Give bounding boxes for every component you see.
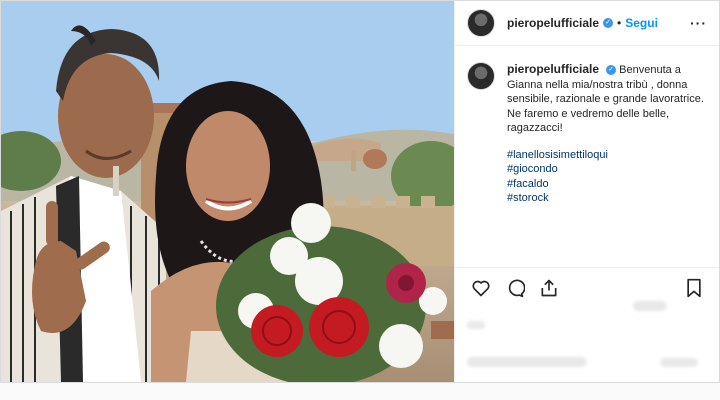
hashtag-link[interactable]: #giocondo — [507, 162, 707, 177]
caption-text-block: pieropelufficiale ✓ Benvenuta a Gianna n… — [507, 62, 707, 206]
verified-badge-icon: ✓ — [606, 65, 617, 76]
instagram-post: pieropelufficiale ✓ • Segui ··· pieropel… — [0, 0, 720, 383]
blurred-likes — [633, 301, 667, 311]
follow-button[interactable]: Segui — [625, 16, 658, 30]
username-link[interactable]: pieropelufficiale — [507, 16, 599, 30]
avatar[interactable] — [467, 9, 495, 37]
post-photo[interactable] — [1, 1, 454, 382]
post-side-panel: pieropelufficiale ✓ • Segui ··· pieropel… — [454, 1, 719, 382]
wedding-photo — [1, 1, 454, 382]
caption-section: pieropelufficiale ✓ Benvenuta a Gianna n… — [455, 46, 719, 267]
hashtag-link[interactable]: #lanellosisimettiloqui — [507, 148, 707, 163]
more-options-icon[interactable]: ··· — [690, 15, 707, 31]
comment-icon[interactable] — [505, 278, 525, 298]
action-bar — [455, 267, 719, 308]
blurred-comment-field — [467, 357, 587, 367]
share-icon[interactable] — [539, 278, 559, 298]
separator-dot: • — [617, 16, 622, 30]
heart-icon[interactable] — [471, 278, 491, 298]
hashtag-link[interactable]: #storock — [507, 191, 707, 206]
caption-username-link[interactable]: pieropelufficiale — [507, 62, 599, 76]
verified-badge-icon: ✓ — [603, 18, 614, 28]
hashtag-list: #lanellosisimettiloqui #giocondo #facald… — [507, 148, 707, 206]
post-header: pieropelufficiale ✓ • Segui ··· — [455, 1, 719, 46]
bookmark-icon[interactable] — [685, 278, 703, 298]
hashtag-link[interactable]: #facaldo — [507, 177, 707, 192]
blurred-timestamp — [467, 321, 485, 329]
caption-avatar[interactable] — [467, 62, 495, 90]
blurred-publish-button — [660, 358, 698, 367]
